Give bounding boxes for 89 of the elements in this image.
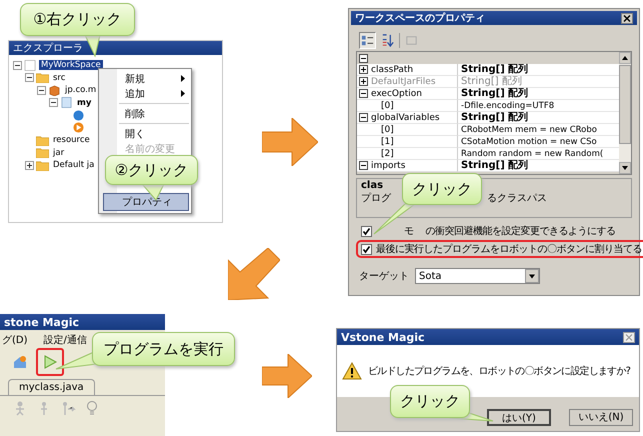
tree-item[interactable]: my <box>75 98 94 108</box>
minus-box-icon[interactable] <box>359 89 368 98</box>
checkbox-label: 最後に実行したプログラムをロボットの〇ボタンに割り当てる <box>376 242 642 256</box>
property-name: imports <box>371 160 406 172</box>
description-title: clas <box>361 180 384 191</box>
property-value: String[] 配列 <box>461 112 528 123</box>
dialog-title: ワークスペースのプロパティ <box>355 11 485 25</box>
callout-bubble: クリック <box>390 385 470 418</box>
callout-bubble: ②クリック <box>105 155 198 185</box>
minus-box-icon[interactable] <box>13 60 22 70</box>
dialog-button[interactable]: いいえ(N) <box>569 408 633 426</box>
property-value: CSotaMotion motion = new CSo <box>461 137 597 147</box>
minus-box-icon[interactable] <box>25 73 34 82</box>
property-value: String[] 配列 <box>461 76 522 87</box>
checkbox-label: モ <box>404 225 414 238</box>
minus-box-icon[interactable] <box>359 161 368 170</box>
property-name: [0] <box>380 100 394 112</box>
property-name: [0] <box>380 124 394 136</box>
callout-tail <box>85 35 101 56</box>
plus-box-icon[interactable] <box>25 160 34 170</box>
checkbox-label: の衝突回避機能を設定変更できるようにする <box>426 224 616 238</box>
tree-item[interactable]: resource <box>51 135 92 146</box>
warning-icon <box>342 362 362 380</box>
minus-box-icon[interactable] <box>359 113 368 122</box>
property-value: String[] 配列 <box>461 88 528 99</box>
tree-item[interactable]: Default ja <box>51 160 96 170</box>
folder-icon <box>36 147 49 158</box>
editor-tab[interactable]: myclass.java <box>8 379 95 395</box>
target-label: ターゲット <box>359 270 409 283</box>
property-value: Random random = new Random( <box>461 149 604 159</box>
callout-bubble: プログラムを実行 <box>92 332 235 366</box>
submenu-arrow-icon <box>181 90 185 97</box>
property-name: DefaultJarFiles <box>371 76 436 88</box>
workspace-icon <box>24 60 37 71</box>
checkbox[interactable] <box>361 244 372 254</box>
tree-item[interactable]: jar <box>51 148 66 158</box>
minus-box-icon[interactable] <box>49 98 58 108</box>
minus-box-icon[interactable] <box>359 54 368 62</box>
scroll-up-icon[interactable] <box>619 52 631 64</box>
submenu-arrow-icon <box>181 75 185 82</box>
folder-icon <box>36 134 49 146</box>
menu-item[interactable]: 削除 <box>119 106 189 121</box>
close-icon[interactable] <box>621 12 633 24</box>
close-icon[interactable] <box>623 332 635 342</box>
menu-item[interactable]: 新規 <box>119 71 189 86</box>
tree-item[interactable]: jp.co.m <box>63 85 98 96</box>
property-value: String[] 配列 <box>461 64 528 75</box>
folder-icon <box>36 72 49 84</box>
callout-tail <box>374 204 416 235</box>
checkbox[interactable] <box>361 226 372 236</box>
scrollbar[interactable] <box>619 52 631 174</box>
property-value: -Dfile.encoding=UTF8 <box>461 101 554 111</box>
panel-title: エクスプローラ <box>13 42 83 55</box>
right-arrow-icon <box>262 354 312 398</box>
target-dropdown[interactable]: Sota <box>415 268 540 284</box>
menu-item[interactable]: 追加 <box>119 86 189 101</box>
description-text: プログ <box>361 192 391 205</box>
dialog-button[interactable]: はい(Y) <box>487 408 551 426</box>
property-value: String[] 配列 <box>461 160 528 171</box>
property-name: globalVariables <box>371 112 440 124</box>
property-name: classPath <box>371 64 414 76</box>
box-icon <box>48 84 61 96</box>
menu-item[interactable]: 設定/通信 <box>44 333 87 345</box>
callout-bubble: ①右クリック <box>20 3 135 36</box>
property-name: [2] <box>380 148 394 160</box>
categorized-icon[interactable] <box>359 32 376 48</box>
property-name: execOption <box>371 88 422 100</box>
folder-icon <box>36 160 49 171</box>
property-name: [1] <box>380 136 394 148</box>
dialog-message: ビルドしたプログラムを、ロボットの〇ボタンに設定しますか? <box>368 364 630 378</box>
dialog-title: Vstone Magic <box>341 330 425 344</box>
callout-bubble: クリック <box>402 173 482 205</box>
circle-icon <box>72 110 85 121</box>
callout-tail <box>56 352 98 370</box>
down-left-arrow-icon <box>228 248 280 300</box>
menu-item[interactable]: グ(D) <box>2 333 28 345</box>
minus-box-icon[interactable] <box>37 86 46 95</box>
file-icon <box>60 97 73 108</box>
description-text: るクラスパス <box>487 192 547 205</box>
play-icon <box>72 122 85 134</box>
plus-box-icon[interactable] <box>359 65 368 74</box>
right-arrow-icon <box>262 118 318 166</box>
window-title: stone Magic <box>4 316 80 328</box>
tree-item[interactable]: src <box>51 72 68 83</box>
property-value: CRobotMem mem = new CRobo <box>461 125 597 135</box>
scroll-thumb[interactable] <box>619 65 631 144</box>
scroll-down-icon[interactable] <box>619 162 631 174</box>
tree-item[interactable]: MyWorkSpace <box>39 60 103 70</box>
menu-item[interactable]: 開く <box>119 126 189 141</box>
